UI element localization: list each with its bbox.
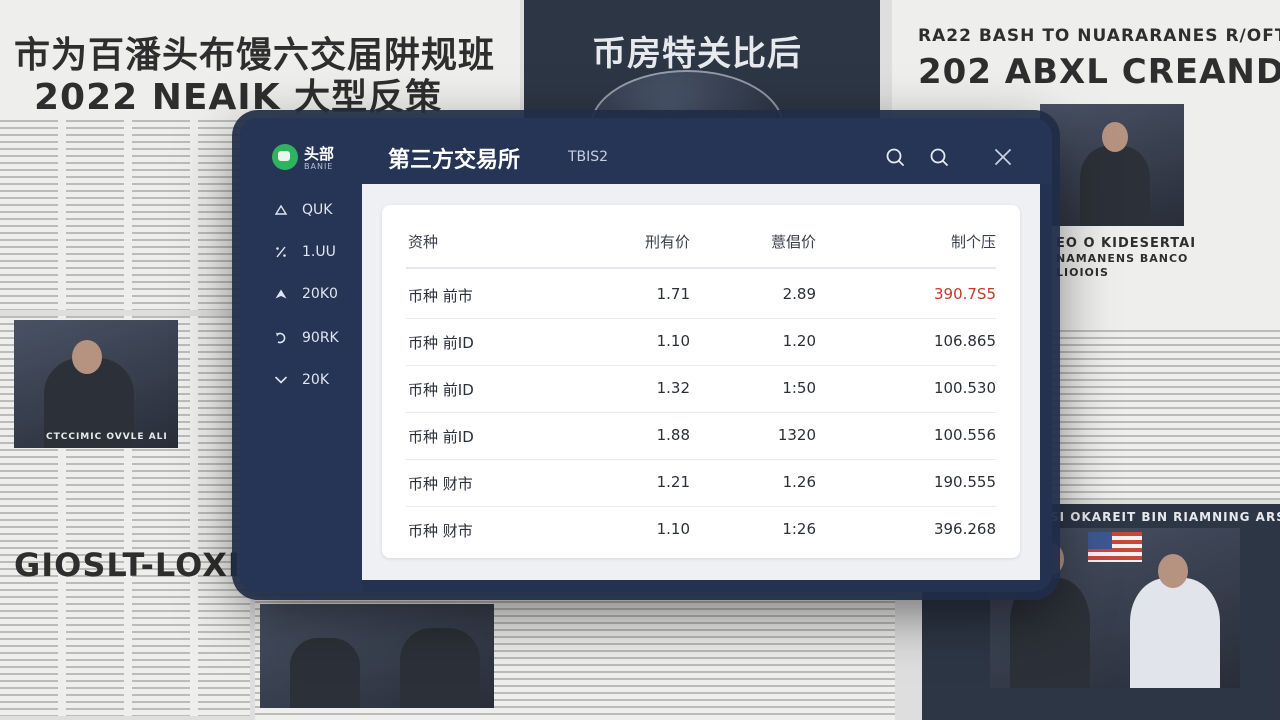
table-cell-price-2: 2.89 bbox=[782, 285, 816, 303]
table-row[interactable]: 币种 前ID 1.88 1320 100.556 bbox=[406, 412, 996, 460]
table-cell-total: 106.865 bbox=[933, 332, 996, 350]
close-icon bbox=[995, 149, 1011, 165]
table-cell-price-1: 1.10 bbox=[656, 332, 690, 350]
app-logo[interactable]: 头部 BANIE bbox=[272, 142, 352, 176]
title-bar: 头部 BANIE 第三方交易所 TBIS2 bbox=[240, 118, 1052, 184]
home-icon bbox=[274, 202, 288, 218]
refresh-icon bbox=[274, 330, 288, 346]
table-cell-price-2: 1.20 bbox=[782, 332, 816, 350]
app-title: 第三方交易所 bbox=[388, 148, 521, 173]
table-row[interactable]: 币种 财市 1.10 1:26 396.268 bbox=[406, 506, 996, 553]
column-header-price-2[interactable]: 薏倡价 bbox=[771, 231, 816, 252]
sidebar-item-4[interactable]: 90RK bbox=[274, 328, 358, 350]
table-cell-asset: 币种 前ID bbox=[408, 381, 474, 399]
sidebar-item-label: 20K bbox=[302, 372, 329, 388]
sidebar-item-label: 20K0 bbox=[302, 286, 338, 302]
table-cell-price-1: 1.88 bbox=[656, 426, 690, 444]
logo-subtext: BANIE bbox=[304, 162, 334, 171]
table-row[interactable]: 币种 前ID 1.10 1.20 106.865 bbox=[406, 318, 996, 366]
sidebar-item-label: 90RK bbox=[302, 330, 339, 346]
sidebar-item-label: QUK bbox=[302, 202, 333, 218]
chevron-down-icon bbox=[274, 372, 288, 388]
table-cell-total: 390.7S5 bbox=[933, 285, 996, 303]
main-content: 资种 刑有价 薏倡价 制个压 币种 前市 1.71 2.89 390.7S5 币… bbox=[362, 184, 1040, 580]
table-cell-asset: 币种 前ID bbox=[408, 428, 474, 446]
table-cell-asset: 币种 前市 bbox=[408, 287, 473, 305]
market-table-card: 资种 刑有价 薏倡价 制个压 币种 前市 1.71 2.89 390.7S5 币… bbox=[382, 205, 1020, 558]
table-cell-price-2: 1:26 bbox=[782, 520, 816, 538]
table-row[interactable]: 币种 财市 1.21 1.26 190.555 bbox=[406, 459, 996, 507]
search-button-2[interactable] bbox=[928, 146, 950, 168]
table-cell-price-1: 1.21 bbox=[656, 473, 690, 491]
triangle-icon bbox=[274, 286, 288, 302]
sidebar-item-1[interactable]: QUK bbox=[274, 200, 358, 222]
chat-bubble-icon bbox=[272, 144, 298, 170]
percent-icon bbox=[274, 244, 288, 260]
table-cell-price-2: 1.26 bbox=[782, 473, 816, 491]
logo-text: 头部 bbox=[304, 145, 335, 163]
table-cell-price-1: 1.10 bbox=[656, 520, 690, 538]
table-cell-asset: 币种 财市 bbox=[408, 475, 473, 493]
table-row[interactable]: 币种 前市 1.71 2.89 390.7S5 bbox=[406, 271, 996, 319]
table-cell-asset: 币种 前ID bbox=[408, 334, 474, 352]
exchange-app-window: 头部 BANIE 第三方交易所 TBIS2 QUK 1.UU 20K0 90RK… bbox=[240, 118, 1052, 592]
search-icon bbox=[930, 148, 948, 166]
sidebar-item-3[interactable]: 20K0 bbox=[274, 284, 358, 306]
table-cell-price-2: 1:50 bbox=[782, 379, 816, 397]
table-cell-asset: 币种 财市 bbox=[408, 522, 473, 540]
sidebar: QUK 1.UU 20K0 90RK 20K bbox=[240, 184, 362, 592]
search-icon bbox=[886, 148, 904, 166]
search-button[interactable] bbox=[884, 146, 906, 168]
sidebar-item-2[interactable]: 1.UU bbox=[274, 242, 358, 264]
column-header-total[interactable]: 制个压 bbox=[951, 231, 996, 252]
table-row[interactable]: 币种 前ID 1.32 1:50 100.530 bbox=[406, 365, 996, 413]
column-header-asset[interactable]: 资种 bbox=[408, 231, 438, 252]
table-cell-total: 100.530 bbox=[933, 379, 996, 397]
sidebar-item-5[interactable]: 20K bbox=[274, 370, 358, 392]
table-cell-price-1: 1.71 bbox=[656, 285, 690, 303]
table-header: 资种 刑有价 薏倡价 制个压 bbox=[406, 219, 996, 269]
sidebar-item-label: 1.UU bbox=[302, 244, 336, 260]
app-version-label: TBIS2 bbox=[568, 149, 609, 165]
column-header-price-1[interactable]: 刑有价 bbox=[645, 231, 690, 252]
table-cell-price-1: 1.32 bbox=[656, 379, 690, 397]
table-cell-total: 396.268 bbox=[933, 520, 996, 538]
table-cell-total: 190.555 bbox=[933, 473, 996, 491]
table-cell-price-2: 1320 bbox=[777, 426, 816, 444]
table-cell-total: 100.556 bbox=[933, 426, 996, 444]
close-button[interactable] bbox=[992, 146, 1014, 168]
